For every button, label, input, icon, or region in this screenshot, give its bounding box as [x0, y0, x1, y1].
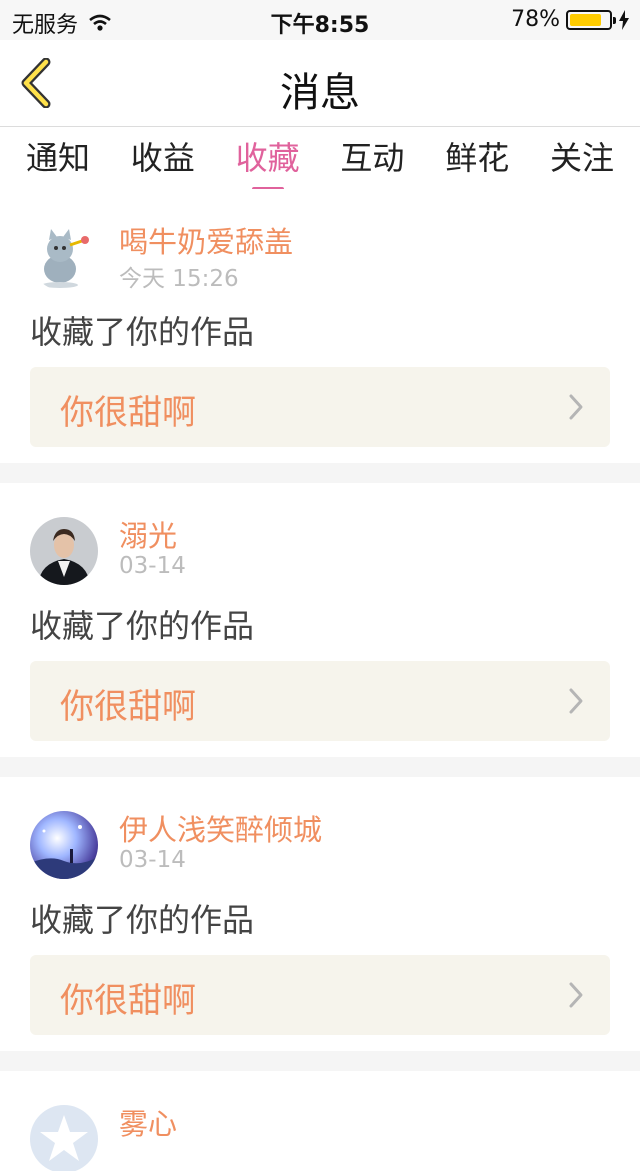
tab-interactions[interactable]: 互动 — [340, 127, 404, 189]
page-title: 消息 — [280, 70, 360, 116]
action-text: 收藏了你的作品 — [30, 607, 255, 645]
username[interactable]: 喝牛奶爱舔盖 — [119, 219, 293, 261]
section-divider — [0, 1051, 640, 1071]
message-time: 今天 15:26 — [119, 266, 239, 292]
message-card: 雾心 — [0, 1071, 640, 1171]
chevron-right-icon — [569, 982, 583, 1008]
tab-bar: 通知 收益 收藏 互动 鲜花 关注 — [0, 127, 640, 191]
section-divider — [0, 463, 640, 483]
star-avatar-icon — [30, 1105, 98, 1171]
battery-percent: 78% — [511, 7, 560, 32]
night-sky-avatar-icon — [30, 811, 98, 879]
status-bar: 无服务 下午8:55 78% — [0, 0, 640, 40]
message-card: 伊人浅笑醉倾城 03-14 收藏了你的作品 你很甜啊 — [0, 777, 640, 1051]
charging-icon — [619, 9, 629, 30]
username[interactable]: 伊人浅笑醉倾城 — [119, 807, 322, 849]
work-link[interactable]: 你很甜啊 — [30, 661, 610, 741]
username[interactable]: 雾心 — [119, 1101, 177, 1143]
action-text: 收藏了你的作品 — [30, 901, 255, 939]
nav-bar: 消息 — [0, 40, 640, 127]
work-link[interactable]: 你很甜啊 — [30, 367, 610, 447]
work-title: 你很甜啊 — [60, 687, 196, 727]
man-photo-avatar-icon — [30, 517, 98, 585]
message-card: 溺光 03-14 收藏了你的作品 你很甜啊 — [0, 483, 640, 757]
cartoon-cat-avatar-icon — [30, 223, 98, 291]
chevron-right-icon — [569, 688, 583, 714]
message-time: 03-14 — [119, 847, 186, 873]
work-title: 你很甜啊 — [60, 981, 196, 1021]
chevron-right-icon — [569, 394, 583, 420]
avatar[interactable] — [30, 223, 98, 291]
message-time: 03-14 — [119, 553, 186, 579]
tab-flowers[interactable]: 鲜花 — [445, 127, 509, 189]
avatar[interactable] — [30, 517, 98, 585]
status-right: 78% — [511, 7, 630, 32]
tab-follows[interactable]: 关注 — [550, 127, 614, 189]
username[interactable]: 溺光 — [119, 513, 177, 555]
avatar[interactable] — [30, 811, 98, 879]
tab-notifications[interactable]: 通知 — [26, 127, 90, 189]
avatar[interactable] — [30, 1105, 98, 1171]
work-title: 你很甜啊 — [60, 393, 196, 433]
message-card: 喝牛奶爱舔盖 今天 15:26 收藏了你的作品 你很甜啊 — [0, 189, 640, 463]
battery-icon — [566, 9, 616, 30]
section-divider — [0, 757, 640, 777]
work-link[interactable]: 你很甜啊 — [30, 955, 610, 1035]
action-text: 收藏了你的作品 — [30, 313, 255, 351]
tab-favorites[interactable]: 收藏 — [236, 127, 300, 191]
tab-earnings[interactable]: 收益 — [131, 127, 195, 189]
